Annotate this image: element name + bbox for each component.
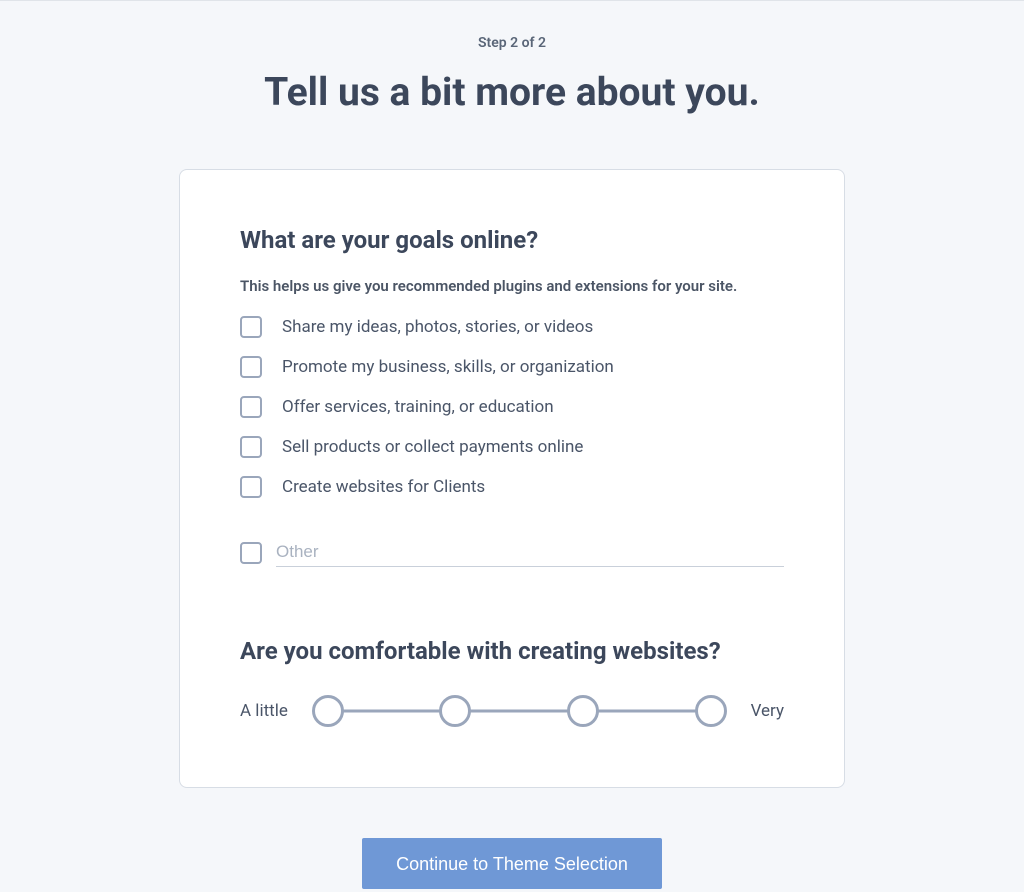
comfort-min-label: A little [240, 701, 288, 721]
goals-heading: What are your goals online? [240, 226, 784, 254]
checkbox-icon[interactable] [240, 316, 262, 338]
slider-node-3[interactable] [567, 695, 599, 727]
checkbox-icon[interactable] [240, 436, 262, 458]
goal-option-row[interactable]: Promote my business, skills, or organiza… [240, 356, 784, 378]
comfort-max-label: Very [751, 701, 784, 721]
slider-node-1[interactable] [312, 695, 344, 727]
checkbox-icon[interactable] [240, 476, 262, 498]
goal-option-row[interactable]: Share my ideas, photos, stories, or vide… [240, 316, 784, 338]
checkbox-icon[interactable] [240, 396, 262, 418]
goal-option-row[interactable]: Create websites for Clients [240, 476, 784, 498]
goal-other-input[interactable] [276, 538, 784, 567]
slider-node-2[interactable] [439, 695, 471, 727]
slider-node-4[interactable] [695, 695, 727, 727]
page-title: Tell us a bit more about you. [0, 69, 1024, 115]
goal-other-row [240, 538, 784, 567]
checkbox-icon[interactable] [240, 542, 262, 564]
goal-option-label: Offer services, training, or education [282, 397, 554, 417]
goals-checkbox-list: Share my ideas, photos, stories, or vide… [240, 316, 784, 498]
step-indicator: Step 2 of 2 [0, 35, 1024, 51]
comfort-slider-row: A little Very [240, 695, 784, 727]
goal-option-row[interactable]: Offer services, training, or education [240, 396, 784, 418]
goals-description: This helps us give you recommended plugi… [240, 274, 760, 298]
onboarding-card: What are your goals online? This helps u… [179, 169, 845, 788]
goal-option-row[interactable]: Sell products or collect payments online [240, 436, 784, 458]
checkbox-icon[interactable] [240, 356, 262, 378]
goal-option-label: Create websites for Clients [282, 477, 485, 497]
comfort-slider[interactable] [312, 695, 727, 727]
goal-option-label: Sell products or collect payments online [282, 437, 583, 457]
goal-option-label: Promote my business, skills, or organiza… [282, 357, 614, 377]
comfort-heading: Are you comfortable with creating websit… [240, 637, 784, 665]
continue-button[interactable]: Continue to Theme Selection [362, 838, 662, 889]
slider-track [328, 710, 711, 713]
goal-option-label: Share my ideas, photos, stories, or vide… [282, 317, 593, 337]
